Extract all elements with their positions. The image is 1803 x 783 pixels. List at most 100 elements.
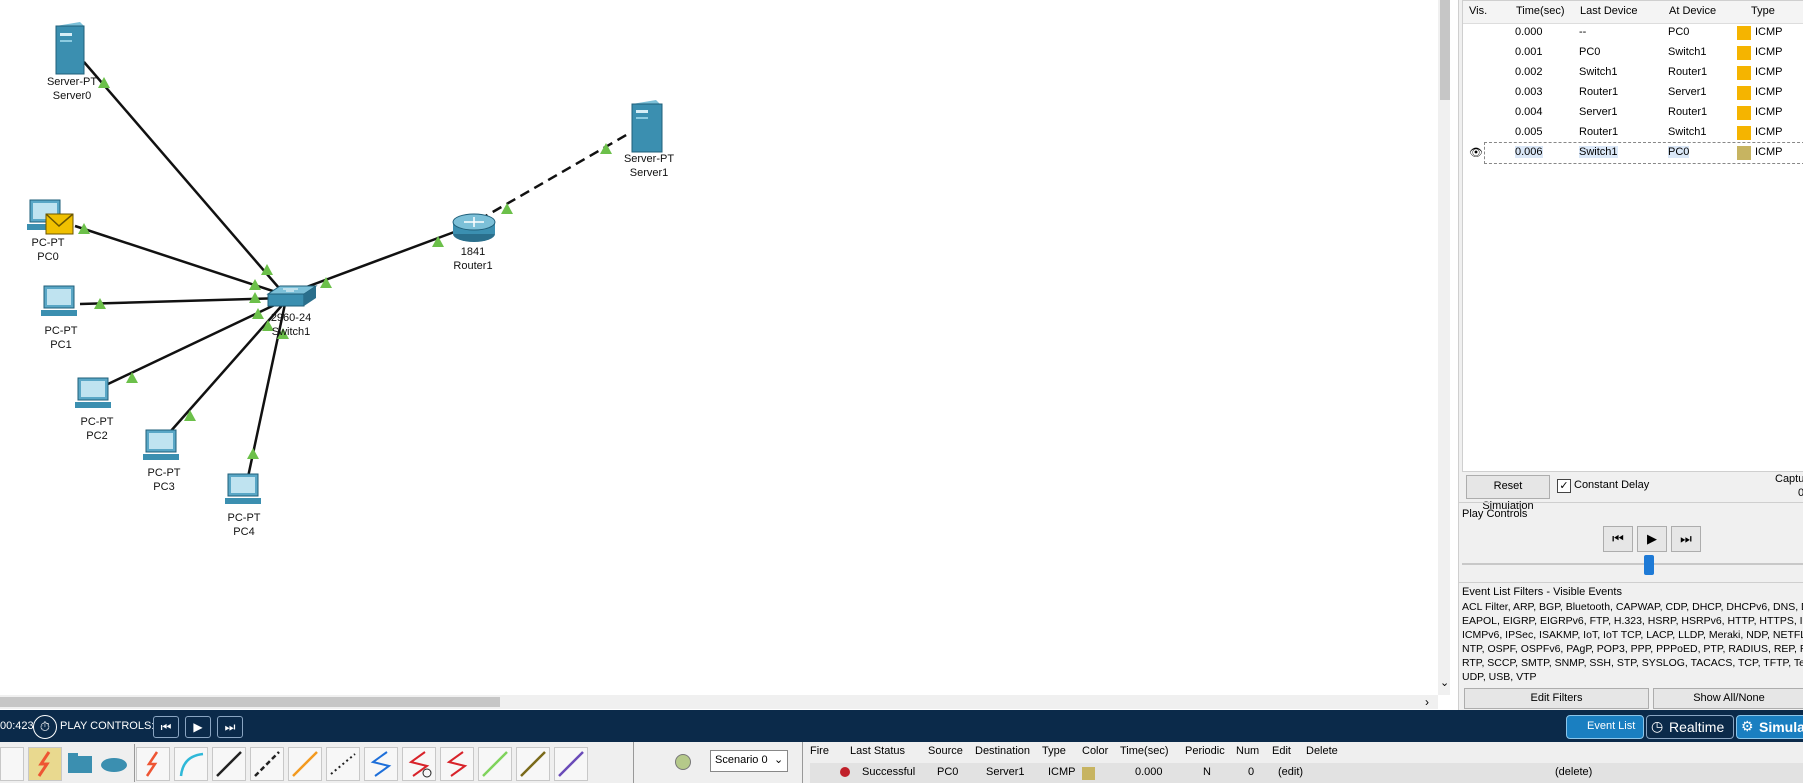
- filters-title: Event List Filters - Visible Events: [1462, 586, 1622, 598]
- simulation-label: Simula: [1759, 719, 1803, 735]
- reset-simulation-button[interactable]: Reset Simulation: [1466, 475, 1550, 512]
- event-color-swatch: [1737, 26, 1751, 40]
- event-list-toggle[interactable]: Event List: [1566, 715, 1644, 739]
- pdu-edit-link[interactable]: (edit): [1278, 766, 1303, 778]
- device-pc0[interactable]: [27, 199, 74, 235]
- event-color-swatch: [1737, 86, 1751, 100]
- scenario-select[interactable]: Scenario 0 ⌄: [710, 750, 788, 772]
- event-row[interactable]: 0.000 -- PC0 ICMP: [1485, 23, 1803, 43]
- event-row[interactable]: 0.001 PC0 Switch1 ICMP: [1485, 43, 1803, 63]
- device-server0[interactable]: [55, 22, 85, 75]
- device-pc4[interactable]: [225, 473, 261, 504]
- pdu-delete-link[interactable]: (delete): [1555, 766, 1592, 778]
- device-router1[interactable]: [452, 213, 496, 242]
- scroll-right-icon[interactable]: ›: [1425, 695, 1429, 709]
- event-row[interactable]: 👁 0.006 Switch1 PC0 ICMP: [1469, 142, 1803, 164]
- col-color[interactable]: Color: [1082, 745, 1108, 757]
- col-last-status[interactable]: Last Status: [850, 745, 905, 757]
- speed-slider-track[interactable]: [1462, 563, 1803, 565]
- device-server1[interactable]: [631, 100, 663, 153]
- logical-workspace[interactable]: Server-PT Server0 Server-PT Server1 1841 Ro…: [0, 0, 1450, 710]
- horizontal-scroll-thumb[interactable]: [0, 697, 500, 707]
- straight-through-cable-icon[interactable]: [212, 747, 246, 781]
- event-at-device: Switch1: [1668, 46, 1707, 58]
- cloud-icon[interactable]: [98, 747, 130, 779]
- col-time[interactable]: Time(sec): [1516, 5, 1564, 17]
- iot-custom-cable-icon[interactable]: [516, 747, 550, 781]
- col-time[interactable]: Time(sec): [1120, 745, 1168, 757]
- fire-icon[interactable]: [840, 767, 850, 777]
- info-icon[interactable]: [675, 754, 691, 770]
- edit-filters-button[interactable]: Edit Filters: [1464, 688, 1649, 709]
- console-cable-icon[interactable]: [174, 747, 208, 781]
- device-pc3[interactable]: [143, 429, 179, 460]
- crossover-cable-icon[interactable]: [250, 747, 284, 781]
- auto-connection-icon[interactable]: [136, 747, 170, 781]
- usb-cable-icon[interactable]: [554, 747, 588, 781]
- vertical-scroll-thumb[interactable]: [1440, 0, 1450, 100]
- capture-forward-button[interactable]: ⏭: [1671, 526, 1701, 552]
- event-time: 0.000: [1515, 26, 1543, 38]
- coaxial-cable-icon[interactable]: [364, 747, 398, 781]
- bar-play-icon[interactable]: ▶: [185, 716, 211, 738]
- event-row[interactable]: 0.005 Router1 Switch1 ICMP: [1485, 123, 1803, 143]
- router1-label: 1841 Router1: [453, 246, 493, 272]
- constant-delay-label: Constant Delay: [1574, 479, 1650, 491]
- folder-icon[interactable]: [64, 747, 96, 779]
- serial-dte-cable-icon[interactable]: [440, 747, 474, 781]
- play-button[interactable]: ▶: [1637, 526, 1667, 552]
- simulation-mode-tab[interactable]: ⚙ Simula: [1736, 715, 1803, 739]
- col-vis[interactable]: Vis.: [1469, 5, 1487, 17]
- col-delete[interactable]: Delete: [1306, 745, 1338, 757]
- event-row[interactable]: 0.002 Switch1 Router1 ICMP: [1485, 63, 1803, 83]
- vertical-scrollbar[interactable]: ⌄: [1438, 0, 1450, 695]
- device-pc2[interactable]: [75, 377, 111, 408]
- col-type[interactable]: Type: [1751, 5, 1775, 17]
- col-type[interactable]: Type: [1042, 745, 1066, 757]
- horizontal-scrollbar[interactable]: ›: [0, 695, 1438, 709]
- clock-icon[interactable]: ⏱: [33, 715, 57, 739]
- show-all-none-button[interactable]: Show All/None: [1653, 688, 1803, 709]
- simulation-time: 00:423: [0, 720, 34, 732]
- bar-back-icon[interactable]: ⏮: [153, 716, 179, 738]
- fiber-cable-icon[interactable]: [288, 747, 322, 781]
- col-periodic[interactable]: Periodic: [1185, 745, 1225, 757]
- connections-category-icon[interactable]: [28, 747, 62, 781]
- eye-icon[interactable]: 👁: [1469, 146, 1483, 159]
- simulation-icon: ⚙: [1741, 718, 1754, 734]
- pc1-label: PC-PT PC1: [44, 325, 78, 351]
- pdu-row[interactable]: Successful PC0 Server1 ICMP 0.000 N 0 (e…: [810, 763, 1803, 783]
- device-switch1[interactable]: [266, 285, 318, 307]
- bar-forward-icon[interactable]: ⏭: [217, 716, 243, 738]
- event-at-device: Switch1: [1668, 126, 1707, 138]
- event-row[interactable]: 0.003 Router1 Server1 ICMP: [1485, 83, 1803, 103]
- col-edit[interactable]: Edit: [1272, 745, 1291, 757]
- event-time: 0.006: [1515, 146, 1543, 158]
- octal-cable-icon[interactable]: [478, 747, 512, 781]
- col-num[interactable]: Num: [1236, 745, 1259, 757]
- speed-slider-thumb[interactable]: [1644, 555, 1654, 575]
- event-last-device: Switch1: [1579, 146, 1618, 158]
- serial-dce-cable-icon[interactable]: [402, 747, 436, 781]
- bottom-toolbar: Scenario 0 ⌄ Fire Last Status Source Des…: [0, 742, 1803, 783]
- device-pc1[interactable]: [41, 285, 77, 316]
- topology-canvas[interactable]: [0, 0, 1438, 695]
- event-row[interactable]: 0.004 Server1 Router1 ICMP: [1485, 103, 1803, 123]
- link-status-indicators: [78, 77, 612, 459]
- back-button[interactable]: ⏮: [1603, 526, 1633, 552]
- realtime-mode-tab[interactable]: ◷ Realtime: [1646, 715, 1734, 739]
- network-devices-icon[interactable]: [0, 747, 24, 781]
- divider: [1458, 582, 1803, 583]
- event-list-table[interactable]: Vis. Time(sec) Last Device At Device Typ…: [1462, 0, 1803, 472]
- event-color-swatch: [1737, 66, 1751, 80]
- col-last-device[interactable]: Last Device: [1580, 5, 1637, 17]
- pdu-num: 0: [1248, 766, 1255, 778]
- constant-delay-checkbox[interactable]: ✓: [1557, 479, 1571, 493]
- realtime-label: Realtime: [1669, 719, 1725, 735]
- scroll-down-icon[interactable]: ⌄: [1440, 676, 1449, 689]
- col-source[interactable]: Source: [928, 745, 963, 757]
- col-fire[interactable]: Fire: [810, 745, 829, 757]
- col-at-device[interactable]: At Device: [1669, 5, 1716, 17]
- phone-cable-icon[interactable]: [326, 747, 360, 781]
- col-destination[interactable]: Destination: [975, 745, 1030, 757]
